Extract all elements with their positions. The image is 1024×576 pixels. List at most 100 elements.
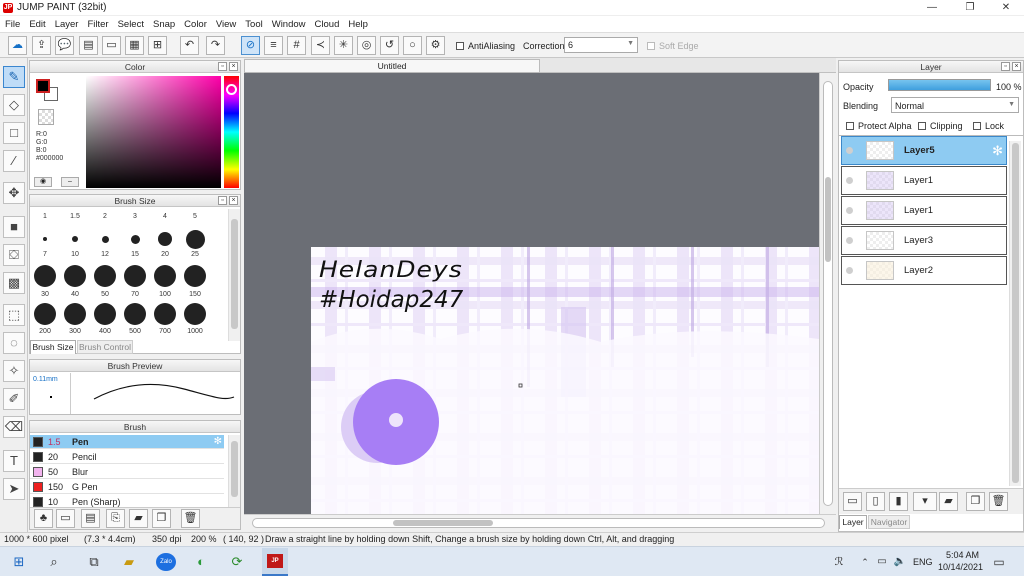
panel-float-icon[interactable]: ▫ xyxy=(218,196,227,205)
canvas-scrollbar-horizontal[interactable] xyxy=(244,514,836,530)
bucket-tool-icon[interactable]: ⛋ xyxy=(3,244,25,266)
share-icon[interactable]: ⇪ xyxy=(32,36,51,55)
layer-visibility-icon[interactable] xyxy=(846,267,853,274)
brush-size-dot[interactable] xyxy=(34,265,56,287)
layer-folder-icon[interactable]: ▰ xyxy=(939,492,958,511)
layer-visibility-icon[interactable] xyxy=(846,177,853,184)
layer-settings-icon[interactable]: ✻ xyxy=(992,143,1003,159)
app-green-icon[interactable]: ⟳ xyxy=(228,554,246,570)
brush-menu-icon[interactable]: ▤ xyxy=(81,509,100,528)
rectangle-select-icon[interactable]: □ xyxy=(3,122,25,144)
browser-icon[interactable]: ◐ xyxy=(192,554,210,570)
clock-time[interactable]: 5:04 AM xyxy=(946,550,979,560)
new-brush-icon[interactable]: ▭ xyxy=(56,509,75,528)
network-icon[interactable]: ▭ xyxy=(873,554,891,570)
brush-size-dot[interactable] xyxy=(130,234,140,244)
brush-settings-icon[interactable]: ✻ xyxy=(214,435,222,449)
panel-close-icon[interactable]: × xyxy=(229,62,238,71)
brush-item[interactable]: 10 Pen (Sharp) xyxy=(30,495,224,507)
saturation-value-picker[interactable] xyxy=(86,76,221,188)
hue-slider[interactable] xyxy=(224,76,239,188)
panel-float-icon[interactable]: ▫ xyxy=(218,62,227,71)
page-icon[interactable]: ▭ xyxy=(102,36,121,55)
brush-size-dot[interactable] xyxy=(124,303,146,325)
curve-snap-icon[interactable]: ↺ xyxy=(380,36,399,55)
menu-view[interactable]: View xyxy=(211,16,240,32)
layer-visibility-icon[interactable] xyxy=(846,207,853,214)
correction-select[interactable]: 6 ▼ xyxy=(564,37,638,53)
move-tool-icon[interactable]: ✥ xyxy=(3,182,25,204)
brush-size-dot[interactable] xyxy=(154,303,176,325)
radial-snap-icon[interactable]: ✳ xyxy=(334,36,353,55)
opacity-slider[interactable] xyxy=(888,79,991,91)
restore-icon[interactable]: ❐ xyxy=(958,1,982,15)
snap-off-icon[interactable]: ⊘ xyxy=(241,36,260,55)
snap-settings-icon[interactable]: ⚙ xyxy=(426,36,445,55)
line-tool-icon[interactable]: ⁄ xyxy=(3,150,25,172)
color-minus-icon[interactable]: – xyxy=(61,177,79,187)
trash-icon[interactable]: 🗑 xyxy=(181,509,200,528)
brush-size-dot[interactable] xyxy=(184,265,206,287)
lasso-tool-icon[interactable]: ◌ xyxy=(3,332,25,354)
brush-item[interactable]: 50 Blur xyxy=(30,465,224,479)
chevron-up-icon[interactable]: ⌃ xyxy=(856,554,874,570)
layer-list-scrollbar[interactable] xyxy=(1009,141,1021,486)
language-indicator[interactable]: ENG xyxy=(913,557,933,567)
new-layer-1bit-icon[interactable]: ▮ xyxy=(889,492,908,511)
clipping-checkbox[interactable]: Clipping xyxy=(918,121,963,131)
file-explorer-icon[interactable]: ▰ xyxy=(120,554,138,570)
panel-close-icon[interactable]: × xyxy=(229,196,238,205)
panel-close-icon[interactable]: × xyxy=(1012,62,1021,71)
brush-size-dot[interactable] xyxy=(101,235,109,243)
transparent-color-swatch[interactable] xyxy=(38,109,54,125)
menu-edit[interactable]: Edit xyxy=(24,16,49,32)
folder-icon[interactable]: ▰ xyxy=(129,509,148,528)
duplicate-icon[interactable]: ❐ xyxy=(152,509,171,528)
brush-size-dot[interactable] xyxy=(34,303,56,325)
brush-size-dot[interactable] xyxy=(185,229,205,249)
notification-icon[interactable]: ▭ xyxy=(990,554,1008,570)
brush-size-dot[interactable] xyxy=(94,303,116,325)
jump-paint-taskbar-icon[interactable]: JP xyxy=(262,548,288,576)
tab-brush-control[interactable]: Brush Control xyxy=(77,340,133,354)
protect-alpha-checkbox[interactable]: Protect Alpha xyxy=(846,121,912,131)
grid-settings-icon[interactable]: ⊞ xyxy=(148,36,167,55)
layer-duplicate-icon[interactable]: ❐ xyxy=(966,492,985,511)
antialiasing-checkbox[interactable]: AntiAliasing xyxy=(456,41,515,51)
tree-icon[interactable]: ♣ xyxy=(34,509,53,528)
brush-size-scrollbar[interactable] xyxy=(228,209,240,341)
document-icon[interactable]: ▦ xyxy=(125,36,144,55)
pen-tool-icon[interactable]: ✎ xyxy=(3,66,25,88)
brush-size-dot[interactable] xyxy=(124,265,146,287)
paper-canvas[interactable]: HelanDeys #Hoidap247 xyxy=(311,247,819,514)
speaker-icon[interactable]: 🔈 xyxy=(891,554,909,570)
menu-filter[interactable]: Filter xyxy=(82,16,112,32)
close-icon[interactable]: ✕ xyxy=(994,1,1018,15)
windows-start-icon[interactable]: ⊞ xyxy=(10,554,28,570)
tab-layer[interactable]: Layer xyxy=(839,515,867,529)
tab-navigator[interactable]: Navigator xyxy=(868,515,910,529)
comment-icon[interactable]: 💬 xyxy=(55,36,74,55)
softedge-checkbox[interactable]: Soft Edge xyxy=(647,41,699,51)
undo-icon[interactable]: ↶ xyxy=(180,36,199,55)
menu-layer[interactable]: Layer xyxy=(50,16,83,32)
circle-snap-icon[interactable]: ○ xyxy=(403,36,422,55)
new-layer-icon[interactable]: ▭ xyxy=(843,492,862,511)
search-icon[interactable]: ⌕ xyxy=(45,554,63,570)
tab-untitled[interactable]: Untitled xyxy=(244,59,540,73)
layer-row[interactable]: Layer5 ✻ xyxy=(841,136,1007,165)
menu-snap[interactable]: Snap xyxy=(148,16,179,32)
select-tool-icon[interactable]: ⬚ xyxy=(3,304,25,326)
brush-size-dot[interactable] xyxy=(184,303,206,325)
menu-help[interactable]: Help xyxy=(343,16,372,32)
brush-copy-icon[interactable]: ⎘ xyxy=(106,509,125,528)
layer-row[interactable]: Layer3 xyxy=(841,226,1007,255)
layer-row[interactable]: Layer1 xyxy=(841,196,1007,225)
select-pen-icon[interactable]: ✐ xyxy=(3,388,25,410)
menu-color[interactable]: Color xyxy=(179,16,211,32)
select-eraser-icon[interactable]: ⌫ xyxy=(3,416,25,438)
layer-row[interactable]: Layer1 xyxy=(841,166,1007,195)
brush-list-scrollbar[interactable] xyxy=(228,435,240,507)
panel-float-icon[interactable]: ▫ xyxy=(1001,62,1010,71)
menu-select[interactable]: Select xyxy=(113,16,148,32)
